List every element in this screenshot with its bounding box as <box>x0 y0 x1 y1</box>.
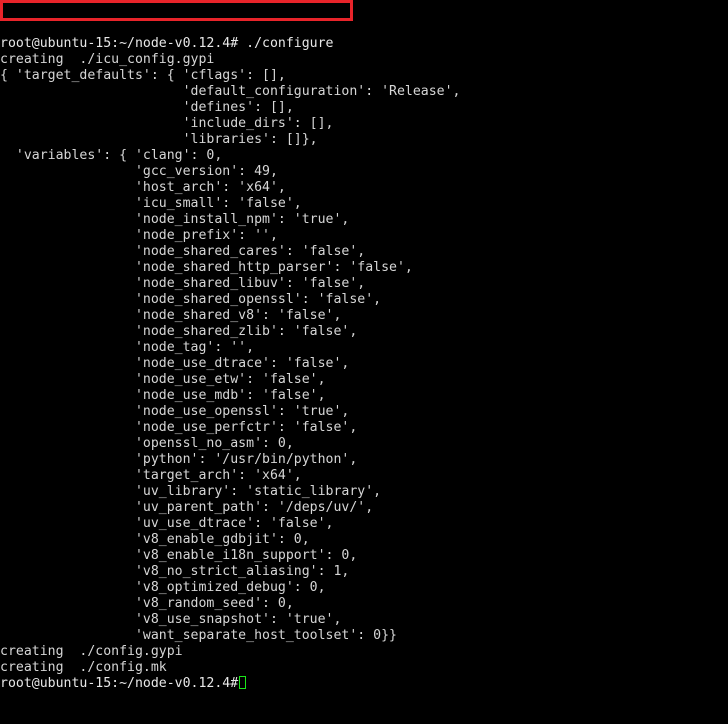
output-line: 'v8_enable_gdbjit': 0, <box>0 532 310 547</box>
output-line: 'v8_no_strict_aliasing': 1, <box>0 564 350 579</box>
text-cursor[interactable] <box>239 676 247 689</box>
output-line: 'v8_random_seed': 0, <box>0 596 294 611</box>
shell-prompt: root@ubuntu-15:~/node-v0.12.4# <box>0 676 239 691</box>
output-line: 'host_arch': 'x64', <box>0 180 286 195</box>
active-prompt-line: root@ubuntu-15:~/node-v0.12.4# <box>0 676 461 692</box>
output-line: 'node_shared_v8': 'false', <box>0 308 342 323</box>
output-line: 'v8_enable_i18n_support': 0, <box>0 548 358 563</box>
output-line: creating ./config.mk <box>0 660 167 675</box>
output-line: 'node_shared_libuv': 'false', <box>0 276 366 291</box>
output-line: 'defines': [], <box>0 100 294 115</box>
output-line: 'node_use_dtrace': 'false', <box>0 356 350 371</box>
output-line: 'openssl_no_asm': 0, <box>0 436 294 451</box>
output-line: 'node_shared_cares': 'false', <box>0 244 366 259</box>
output-line: 'gcc_version': 49, <box>0 164 278 179</box>
output-line: 'node_shared_openssl': 'false', <box>0 292 382 307</box>
output-line: 'include_dirs': [], <box>0 116 334 131</box>
output-line: 'icu_small': 'false', <box>0 196 302 211</box>
output-line: 'node_use_openssl': 'true', <box>0 404 350 419</box>
command-prompt-line: root@ubuntu-15:~/node-v0.12.4# ./configu… <box>0 36 334 51</box>
output-line: 'uv_use_dtrace': 'false', <box>0 516 334 531</box>
output-line: 'variables': { 'clang': 0, <box>0 148 223 163</box>
output-line: 'node_use_mdb': 'false', <box>0 388 326 403</box>
output-line: 'node_install_npm': 'true', <box>0 212 350 227</box>
output-line: 'v8_optimized_debug': 0, <box>0 580 326 595</box>
output-line: creating ./icu_config.gypi <box>0 52 215 67</box>
output-line: 'uv_library': 'static_library', <box>0 484 382 499</box>
output-line: 'v8_use_snapshot': 'true', <box>0 612 342 627</box>
output-line: 'node_tag': '', <box>0 340 255 355</box>
output-line: 'python': '/usr/bin/python', <box>0 452 358 467</box>
output-line: 'libraries': []}, <box>0 132 318 147</box>
output-line: 'want_separate_host_toolset': 0}} <box>0 628 397 643</box>
output-line: 'node_use_perfctr': 'false', <box>0 420 358 435</box>
output-line: 'node_shared_http_parser': 'false', <box>0 260 413 275</box>
output-line: 'node_shared_zlib': 'false', <box>0 324 358 339</box>
output-line: 'target_arch': 'x64', <box>0 468 302 483</box>
output-line: 'uv_parent_path': '/deps/uv/', <box>0 500 374 515</box>
output-line: creating ./config.gypi <box>0 644 183 659</box>
output-line: 'node_use_etw': 'false', <box>0 372 326 387</box>
terminal-screen: root@ubuntu-15:~/node-v0.12.4# ./configu… <box>0 0 461 724</box>
terminal-window[interactable]: root@ubuntu-15:~/node-v0.12.4# ./configu… <box>0 0 728 691</box>
output-line: { 'target_defaults': { 'cflags': [], <box>0 68 286 83</box>
output-line: 'node_prefix': '', <box>0 228 278 243</box>
output-line: 'default_configuration': 'Release', <box>0 84 461 99</box>
